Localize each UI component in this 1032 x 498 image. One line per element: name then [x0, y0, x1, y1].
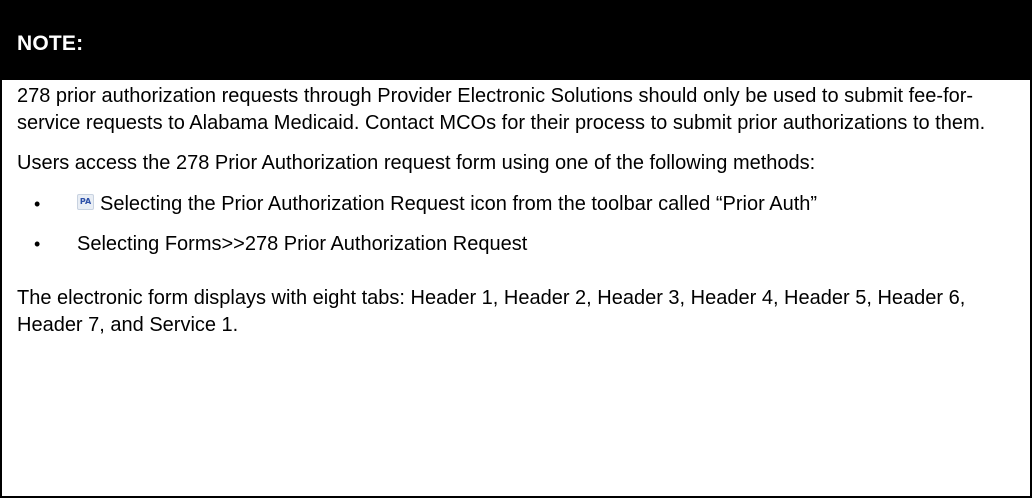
bullet-dot: •	[34, 194, 41, 214]
note-paragraph-mco: 278 prior authorization requests through…	[17, 85, 986, 134]
note-box: NOTE: 278 prior authorization requests t…	[0, 0, 1032, 498]
list-item: • Selecting Forms>>278 Prior Authorizati…	[17, 231, 1010, 258]
list-item: • PA Selecting the Prior Authorization Re…	[17, 191, 1010, 218]
note-paragraph-access-methods: Users access the 278 Prior Authorization…	[17, 152, 816, 174]
note-paragraph-tabs: The electronic form displays with eight …	[17, 287, 966, 336]
list-item-text: Selecting Forms>>278 Prior Authorization…	[77, 233, 528, 255]
prior-auth-icon: PA	[77, 193, 94, 210]
access-methods-list: • PA Selecting the Prior Authorization Re…	[17, 191, 1010, 258]
note-body: 278 prior authorization requests through…	[2, 80, 1030, 339]
bullet-dot: •	[34, 234, 41, 254]
note-header: NOTE:	[2, 2, 1030, 80]
list-item-text: Selecting the Prior Authorization Reques…	[100, 193, 818, 215]
